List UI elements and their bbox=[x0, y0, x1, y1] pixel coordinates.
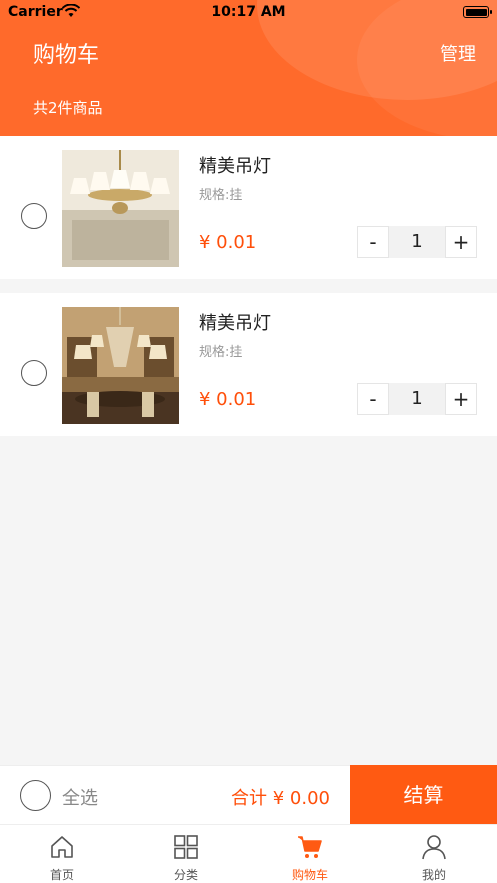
select-all-radio[interactable] bbox=[20, 780, 51, 811]
tab-bar: 首页 分类 购物车 我的 bbox=[0, 824, 497, 883]
product-price: ¥ 0.01 bbox=[199, 389, 257, 410]
tab-label: 首页 bbox=[49, 868, 74, 882]
grid-icon bbox=[174, 835, 198, 859]
tab-label: 分类 bbox=[173, 868, 198, 882]
clock: 10:17 AM bbox=[211, 4, 286, 20]
header: Carrier 10:17 AM 购物车 管理 共2件商品 bbox=[0, 0, 497, 136]
product-spec: 规格:挂 bbox=[199, 188, 243, 203]
tab-label: 我的 bbox=[421, 868, 446, 882]
page-title: 购物车 bbox=[33, 43, 100, 68]
item-select-radio[interactable] bbox=[21, 203, 47, 229]
product-image[interactable] bbox=[62, 307, 179, 424]
cart-item: 精美吊灯 规格:挂 ¥ 0.01 - 1 + bbox=[0, 293, 497, 436]
battery-icon bbox=[463, 6, 492, 18]
checkout-bar: 全选 合计 ¥ 0.00 结算 bbox=[0, 765, 497, 825]
quantity-stepper: - 1 + bbox=[357, 383, 477, 415]
product-name[interactable]: 精美吊灯 bbox=[199, 309, 271, 335]
manage-button[interactable]: 管理 bbox=[440, 40, 476, 66]
tab-home[interactable]: 首页 bbox=[0, 825, 124, 883]
checkout-button[interactable]: 结算 bbox=[350, 765, 497, 825]
product-image[interactable] bbox=[62, 150, 179, 267]
status-bar: Carrier 10:17 AM bbox=[0, 0, 497, 26]
decrease-button[interactable]: - bbox=[357, 226, 389, 258]
product-spec: 规格:挂 bbox=[199, 345, 243, 360]
tab-label: 购物车 bbox=[291, 868, 328, 882]
home-icon bbox=[51, 836, 73, 858]
quantity-value[interactable]: 1 bbox=[389, 226, 445, 258]
cart-item: 精美吊灯 规格:挂 ¥ 0.01 - 1 + bbox=[0, 136, 497, 279]
user-icon bbox=[422, 835, 446, 860]
increase-button[interactable]: + bbox=[445, 383, 477, 415]
quantity-stepper: - 1 + bbox=[357, 226, 477, 258]
item-count: 共2件商品 bbox=[33, 99, 103, 117]
cart-icon bbox=[298, 836, 322, 858]
tab-cart[interactable]: 购物车 bbox=[248, 825, 372, 883]
tab-profile[interactable]: 我的 bbox=[372, 825, 496, 883]
select-all-label[interactable]: 全选 bbox=[62, 784, 98, 810]
decrease-button[interactable]: - bbox=[357, 383, 389, 415]
increase-button[interactable]: + bbox=[445, 226, 477, 258]
item-select-radio[interactable] bbox=[21, 360, 47, 386]
quantity-value[interactable]: 1 bbox=[389, 383, 445, 415]
total-price: 合计 ¥ 0.00 bbox=[231, 788, 330, 809]
product-price: ¥ 0.01 bbox=[199, 232, 257, 253]
tab-category[interactable]: 分类 bbox=[124, 825, 248, 883]
product-name[interactable]: 精美吊灯 bbox=[199, 152, 271, 178]
